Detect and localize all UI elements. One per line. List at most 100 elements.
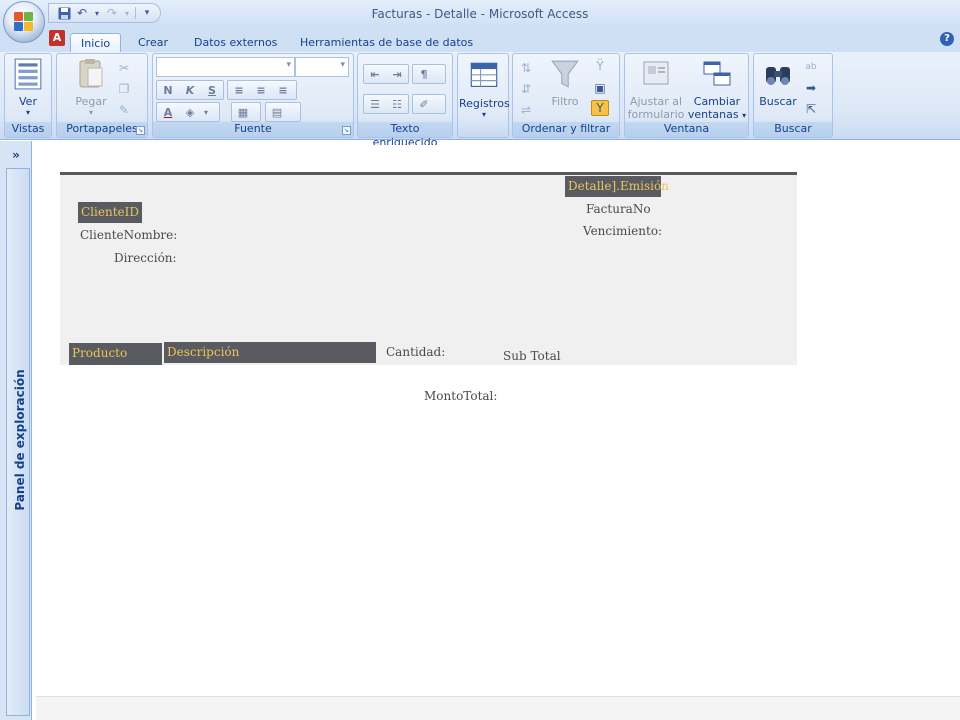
highlight-icon: ✐: [419, 97, 429, 111]
cliente-id-field: ClienteID: [78, 202, 142, 223]
ver-button[interactable]: Ver ▾: [10, 58, 46, 117]
group-ventana-label: Ventana: [625, 122, 748, 137]
align-right-icon[interactable]: ≡: [272, 84, 294, 97]
underline-button[interactable]: S: [201, 84, 223, 97]
group-buscar: Buscar ab ➡ ⇱ Buscar: [753, 53, 833, 138]
nav-pane-label[interactable]: Panel de exploración: [13, 369, 27, 510]
ajustar-formulario-button[interactable]: Ajustar al formulario: [627, 58, 685, 121]
increase-indent-icon[interactable]: ⇥: [386, 68, 408, 81]
group-fuente: N K S ≡ ≡ ≡ A ◈ ▾ ▦ ▤ Fuente ↘: [152, 53, 354, 138]
ribbon: Ver ▾ Vistas Pegar ▾ ✂ ❐ ✎ Portapapeles …: [0, 52, 960, 149]
cambiar-ventanas-button[interactable]: Cambiar ventanas ▾: [687, 58, 747, 121]
decrease-indent-icon[interactable]: ⇤: [364, 68, 386, 81]
pegar-button[interactable]: Pegar ▾: [71, 58, 111, 117]
numbered-list-icon[interactable]: ☰: [364, 98, 386, 111]
group-portapapeles: Pegar ▾ ✂ ❐ ✎ Portapapeles ↘: [56, 53, 148, 138]
nav-pane-toggle-button[interactable]: »: [4, 145, 28, 165]
producto-header: Producto: [69, 343, 162, 365]
registros-button[interactable]: Registros ▾: [459, 60, 510, 119]
toggle-filter-icon[interactable]: Y: [591, 100, 609, 116]
highlight-button[interactable]: ✐: [412, 94, 446, 114]
format-painter-icon[interactable]: ✎: [115, 102, 133, 118]
align-left-icon[interactable]: ≡: [228, 84, 250, 97]
group-fuente-label: Fuente: [153, 122, 353, 137]
cambiar-label-2: ventanas ▾: [687, 108, 747, 121]
align-center-icon[interactable]: ≡: [250, 84, 272, 97]
group-registros: Registros ▾: [457, 53, 510, 138]
binoculars-icon: [766, 67, 790, 85]
emision-field: Detalle].Emisión: [565, 176, 669, 197]
ribbon-tab-row: Inicio Crear Datos externos Herramientas…: [0, 28, 960, 53]
cliente-nombre-label: ClienteNombre:: [80, 228, 178, 242]
ajustar-label-1: Ajustar al: [629, 95, 683, 108]
font-size-combo[interactable]: [295, 57, 349, 77]
indent-buttons: ⇤ ⇥: [363, 64, 409, 84]
pegar-label: Pegar: [75, 95, 107, 108]
alternate-fill-button[interactable]: ▤: [265, 102, 301, 122]
alternate-fill-icon: ▤: [271, 105, 283, 119]
group-vistas: Ver ▾ Vistas: [4, 53, 52, 138]
vencimiento-label: Vencimiento:: [583, 224, 663, 238]
group-ordenar-label: Ordenar y filtrar: [513, 122, 619, 137]
report-top-line: [60, 172, 797, 175]
bullet-list-icon[interactable]: ☷: [386, 98, 408, 111]
paragraph-button[interactable]: ¶: [412, 64, 446, 84]
selection-filter-icon[interactable]: Ÿ: [591, 58, 609, 74]
registros-label: Registros: [459, 97, 510, 110]
tab-inicio[interactable]: Inicio: [70, 33, 122, 53]
advanced-filter-icon[interactable]: ▣: [591, 80, 609, 96]
sub-total-label: Sub Total: [503, 349, 561, 363]
fuente-launcher-icon[interactable]: ↘: [342, 126, 351, 135]
select-icon[interactable]: ⇱: [802, 101, 820, 117]
replace-icon[interactable]: ab: [802, 59, 820, 75]
filter-icon: [551, 60, 579, 88]
sort-descending-icon[interactable]: ⇵: [517, 81, 535, 97]
group-vistas-label: Vistas: [5, 122, 51, 137]
descripcion-header: Descripción: [164, 342, 376, 363]
buscar-button[interactable]: Buscar: [756, 58, 800, 108]
registros-dropdown-icon: ▾: [481, 110, 486, 119]
ver-dropdown-icon: ▾: [25, 108, 30, 117]
access-app-icon[interactable]: A: [49, 30, 65, 46]
filtro-button[interactable]: Filtro: [545, 58, 585, 108]
clear-sort-icon[interactable]: ⇌: [517, 102, 535, 118]
cantidad-label: Cantidad:: [386, 345, 446, 359]
tab-herramientas[interactable]: Herramientas de base de datos: [290, 33, 483, 53]
font-color-icon[interactable]: A: [157, 106, 179, 119]
portapapeles-launcher-icon[interactable]: ↘: [136, 126, 145, 135]
sort-ascending-icon[interactable]: ⇅: [517, 60, 535, 76]
tab-datos-externos[interactable]: Datos externos: [184, 33, 287, 53]
monto-total-label: MontoTotal:: [424, 389, 498, 403]
group-texto-enriquecido: ⇤ ⇥ ¶ ☰ ☷ ✐ Texto enriquecido: [357, 53, 453, 149]
group-texto-label: Texto enriquecido: [358, 122, 452, 149]
tab-crear[interactable]: Crear: [128, 33, 178, 53]
bold-button[interactable]: N: [157, 84, 179, 97]
group-portapapeles-label: Portapapeles: [57, 122, 147, 137]
gridlines-button[interactable]: ▦: [231, 102, 261, 122]
fill-color-dropdown-icon[interactable]: ▾: [201, 108, 211, 117]
help-icon[interactable]: ?: [940, 32, 954, 46]
document-bottom-strip: [36, 696, 960, 720]
group-buscar-label: Buscar: [754, 122, 832, 137]
fill-color-icon[interactable]: ◈: [179, 106, 201, 119]
ver-label: Ver: [19, 95, 37, 108]
font-style-buttons: N K S: [156, 80, 224, 100]
color-buttons: A ◈ ▾: [156, 102, 220, 122]
copy-icon[interactable]: ❐: [115, 81, 133, 97]
filtro-label: Filtro: [551, 95, 579, 108]
font-name-combo[interactable]: [156, 57, 295, 77]
pegar-dropdown-icon: ▾: [88, 108, 93, 117]
factura-no-label: FacturaNo: [586, 202, 651, 216]
goto-icon[interactable]: ➡: [802, 80, 820, 96]
cambiar-dropdown-icon: ▾: [742, 111, 747, 120]
fit-form-icon: [643, 61, 669, 85]
italic-button[interactable]: K: [179, 84, 201, 97]
gridlines-icon: ▦: [237, 105, 249, 119]
ajustar-label-2: formulario: [627, 108, 685, 121]
office-button[interactable]: [3, 1, 45, 43]
group-ventana: Ajustar al formulario Cambiar ventanas ▾…: [624, 53, 749, 138]
paste-icon: [79, 59, 103, 88]
records-icon: [470, 62, 498, 87]
paragraph-icon: ¶: [420, 67, 428, 81]
cut-icon[interactable]: ✂: [115, 60, 133, 76]
